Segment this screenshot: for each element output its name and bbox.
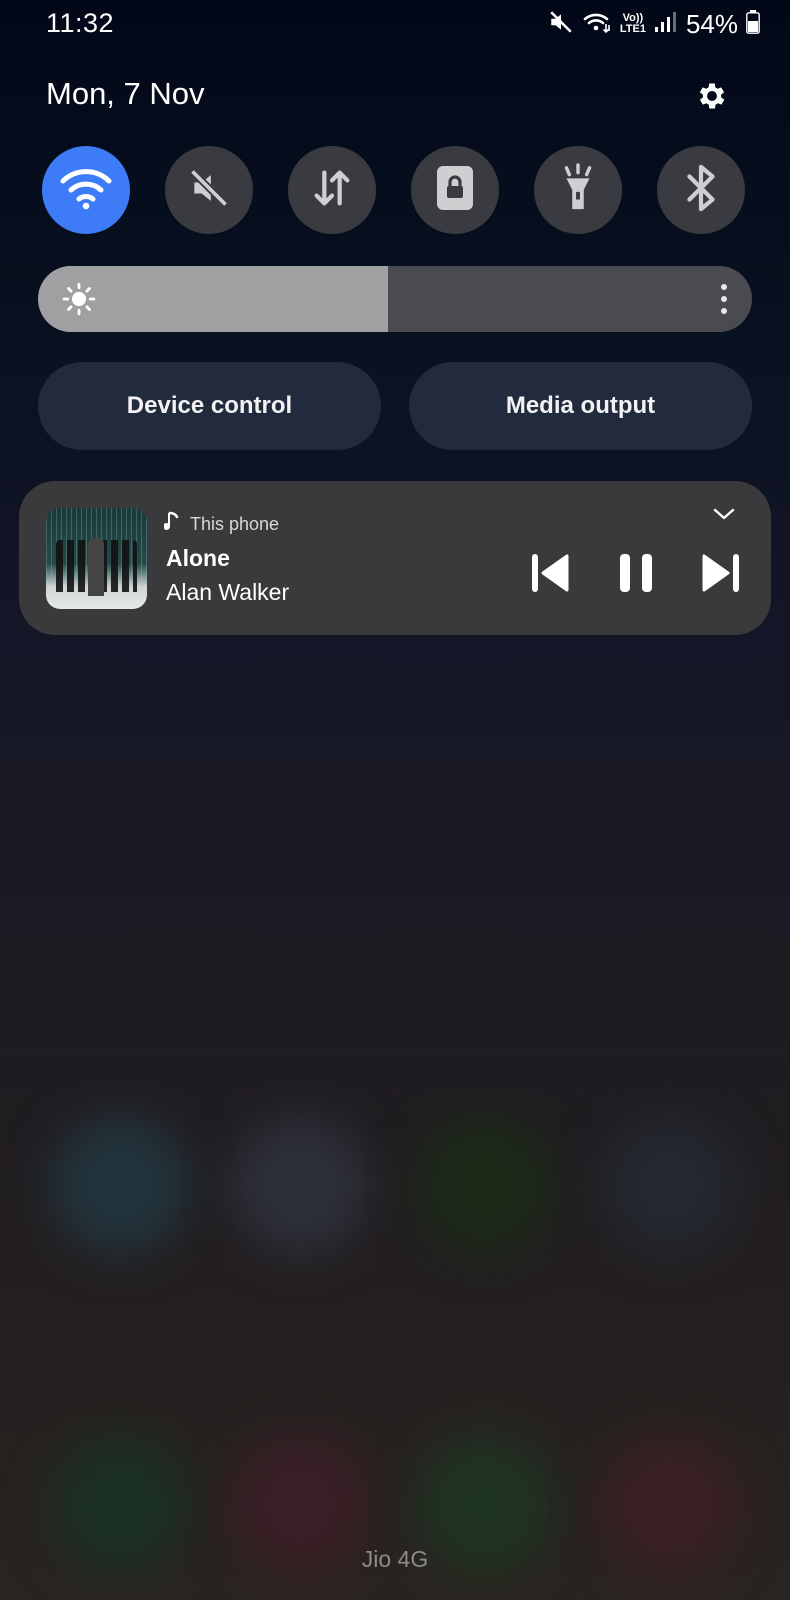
lock-icon	[435, 164, 475, 217]
status-time: 11:32	[46, 8, 115, 38]
data-arrows-icon	[309, 165, 355, 216]
media-output-button[interactable]: Media output	[409, 362, 752, 450]
tile-flashlight[interactable]	[534, 146, 622, 234]
device-control-button[interactable]: Device control	[38, 362, 381, 450]
pause-icon	[616, 551, 656, 600]
brightness-more-button[interactable]	[714, 282, 734, 316]
sun-icon	[62, 281, 96, 322]
tile-mobile-data[interactable]	[288, 146, 376, 234]
flashlight-icon	[558, 162, 598, 218]
blurred-app-icon	[50, 1115, 190, 1255]
previous-icon	[529, 551, 573, 600]
mute-icon	[187, 166, 231, 215]
previous-button[interactable]	[527, 551, 575, 599]
status-icons: Vo)) LTE1 54%	[548, 8, 760, 40]
gear-icon	[695, 79, 729, 118]
media-source-label: This phone	[190, 514, 280, 534]
date-label: Mon, 7 Nov	[46, 76, 205, 111]
carrier-label: Jio 4G	[361, 1546, 429, 1572]
chevron-down-icon	[713, 507, 735, 526]
next-button[interactable]	[696, 551, 744, 599]
music-note-icon	[163, 511, 180, 538]
media-card[interactable]: This phone Alone Alan Walker	[19, 481, 771, 635]
track-title: Alone	[166, 545, 230, 571]
next-icon	[698, 551, 742, 600]
wifi-icon	[59, 165, 113, 216]
track-artist: Alan Walker	[166, 579, 290, 605]
volte-icon: Vo)) LTE1	[620, 13, 646, 35]
settings-button[interactable]	[690, 76, 734, 120]
bluetooth-icon	[681, 163, 721, 218]
brightness-slider[interactable]	[38, 266, 752, 332]
tile-wifi[interactable]	[42, 146, 130, 234]
signal-icon	[654, 10, 676, 39]
mute-icon	[548, 9, 574, 40]
tile-rotation-lock[interactable]	[411, 146, 499, 234]
blurred-app-icon	[600, 1115, 740, 1255]
wifi-icon	[582, 9, 612, 40]
album-art[interactable]	[46, 508, 147, 609]
tile-bluetooth[interactable]	[657, 146, 745, 234]
tile-sound[interactable]	[165, 146, 253, 234]
battery-icon	[746, 9, 760, 39]
expand-button[interactable]	[709, 501, 739, 531]
blurred-app-icon	[415, 1115, 555, 1255]
battery-percent: 54%	[685, 8, 738, 39]
media-source: This phone	[163, 511, 280, 538]
network-bottom-label: LTE1	[619, 23, 646, 35]
pause-button[interactable]	[612, 551, 660, 599]
blurred-app-icon	[230, 1115, 370, 1255]
